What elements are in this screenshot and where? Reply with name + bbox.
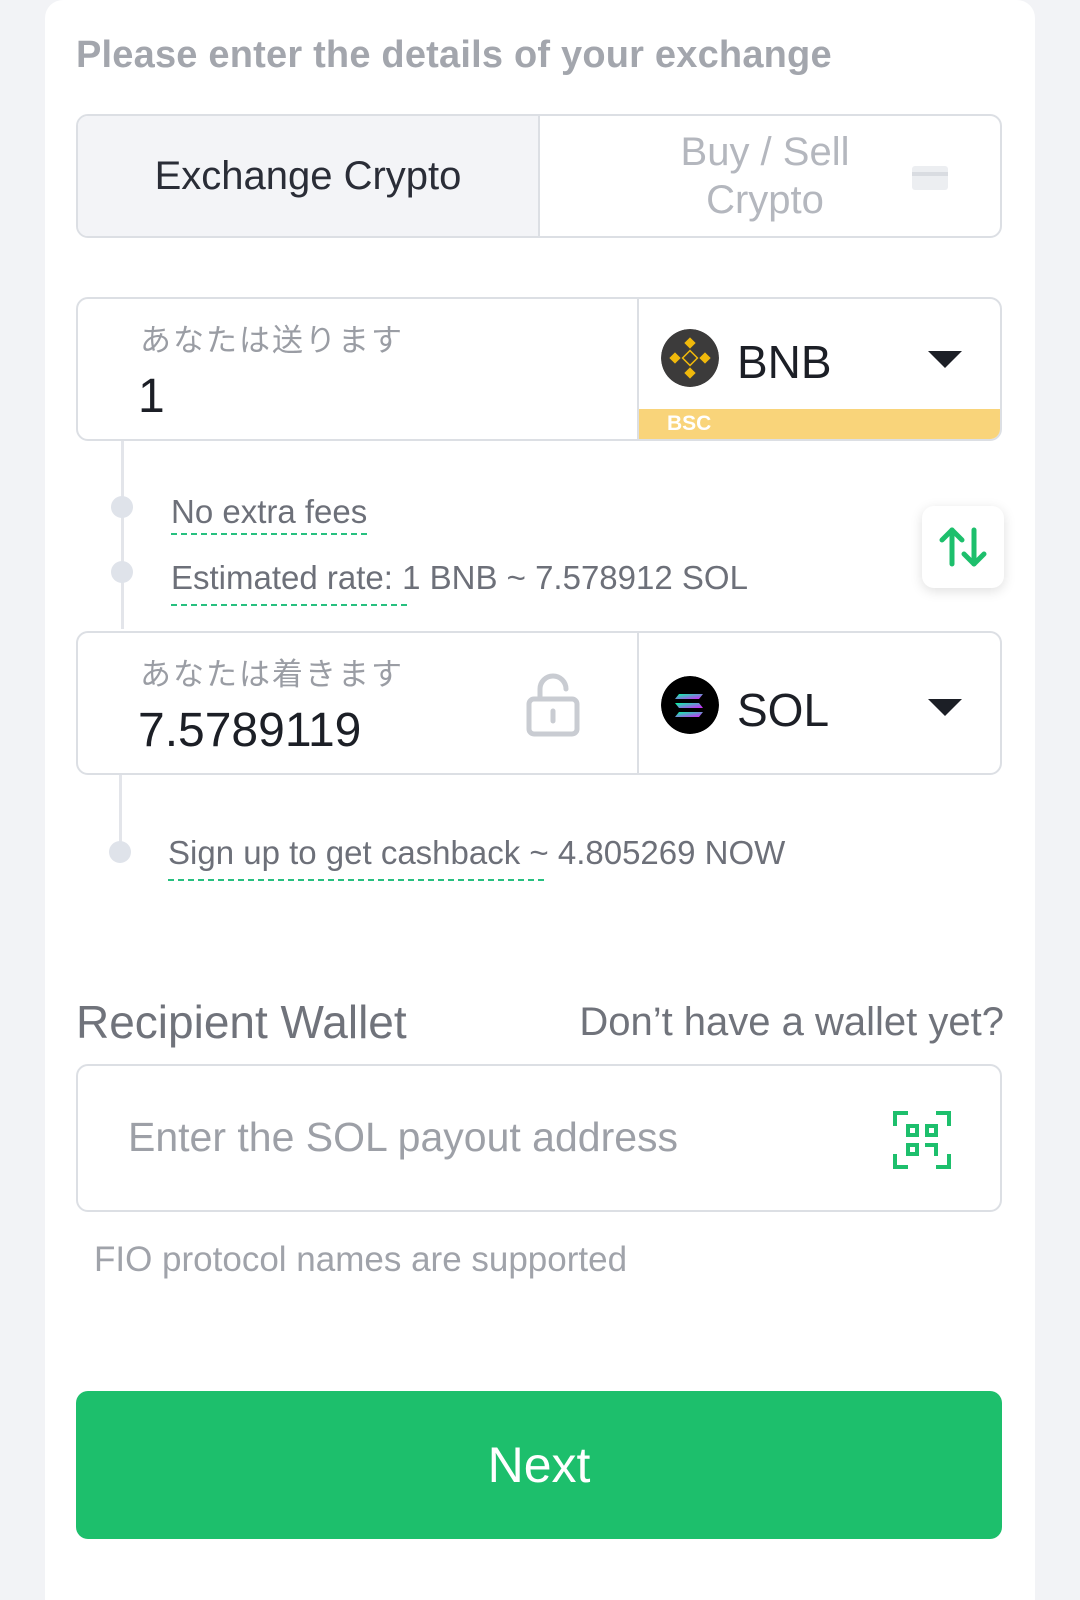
send-amount-area[interactable]: あなたは送ります 1 (78, 299, 639, 439)
tab-exchange-crypto-label: Exchange Crypto (154, 153, 462, 198)
tab-buy-sell-crypto-label: Buy / Sell Crypto (680, 130, 850, 222)
receive-label: あなたは着きます (140, 657, 404, 693)
send-label: あなたは送ります (140, 323, 404, 359)
mode-tabs: Exchange Crypto Buy / Sell Crypto (76, 114, 1002, 238)
cashback-underline (168, 879, 544, 881)
tab-buy-sell-crypto[interactable]: Buy / Sell Crypto (540, 116, 1000, 236)
send-currency-code: BNB (737, 336, 832, 388)
fio-hint: FIO protocol names are supported (94, 1240, 628, 1279)
fees-text: No extra fees (171, 493, 368, 530)
unlock-icon[interactable] (524, 673, 582, 737)
fees-info[interactable]: No extra fees (171, 493, 367, 531)
send-field: あなたは送ります 1 BNB BSC (76, 297, 1002, 441)
receive-field: あなたは着きます 7.5789119 SOL (76, 631, 1002, 775)
rate-text: Estimated rate: 1 BNB ~ 7.578912 SOL (171, 559, 748, 596)
cashback-text: Sign up to get cashback ~ 4.805269 NOW (168, 834, 786, 871)
rate-info[interactable]: Estimated rate: 1 BNB ~ 7.578912 SOL (171, 559, 748, 597)
sol-coin-icon (661, 676, 719, 734)
swap-arrows-icon (939, 527, 987, 567)
timeline-line (119, 775, 122, 847)
page-heading: Please enter the details of your exchang… (76, 34, 832, 76)
receive-currency-code: SOL (737, 684, 830, 736)
cashback-info[interactable]: Sign up to get cashback ~ 4.805269 NOW (168, 834, 785, 872)
timeline-line (121, 441, 124, 629)
network-label: BSC (667, 412, 712, 435)
receive-amount-input[interactable]: 7.5789119 (138, 703, 361, 758)
no-wallet-link[interactable]: Don’t have a wallet yet? (579, 1000, 1004, 1045)
timeline-dot (111, 496, 133, 518)
credit-card-icon (912, 166, 948, 190)
wallet-address-input[interactable] (126, 1096, 830, 1178)
send-amount-input[interactable]: 1 (138, 369, 165, 424)
swap-button[interactable] (922, 506, 1004, 588)
chevron-down-icon (928, 351, 962, 368)
receive-currency-select[interactable]: SOL (639, 633, 1000, 773)
timeline-dot (109, 841, 131, 863)
receive-amount-area[interactable]: あなたは着きます 7.5789119 (78, 633, 639, 773)
recipient-wallet-title: Recipient Wallet (76, 996, 407, 1048)
wallet-address-box (76, 1064, 1002, 1212)
qr-scan-icon[interactable] (892, 1110, 952, 1170)
exchange-card (45, 0, 1035, 1600)
bnb-coin-icon (661, 329, 719, 387)
network-badge: BSC (639, 409, 1000, 439)
send-currency-select[interactable]: BNB BSC (639, 299, 1000, 439)
chevron-down-icon (928, 699, 962, 716)
next-button[interactable]: Next (76, 1391, 1002, 1539)
timeline-dot (111, 561, 133, 583)
rate-underline (171, 604, 407, 606)
tab-exchange-crypto[interactable]: Exchange Crypto (78, 116, 540, 236)
